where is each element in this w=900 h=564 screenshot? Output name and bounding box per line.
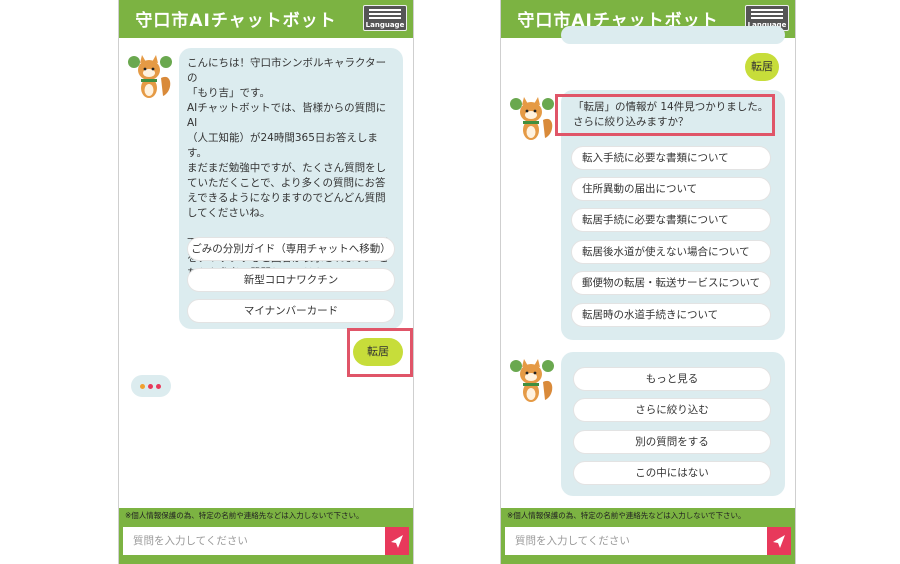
send-button[interactable]: [767, 527, 791, 555]
typing-dots-icon: [131, 375, 171, 397]
paper-plane-icon: [773, 535, 785, 548]
language-button[interactable]: Language: [363, 5, 407, 31]
user-message: 転居: [745, 53, 779, 81]
result-option[interactable]: 転居手続に必要な書類について: [571, 208, 771, 232]
input-footer: ※個人情報保護の為、特定の名前や連絡先などは入力しないで下さい。: [501, 508, 795, 564]
bot-message-previous: [561, 26, 785, 44]
chat-screen-right: 守口市AIチャットボット Language 転居 「転居」の情報が 14件見つか…: [500, 0, 796, 564]
app-title: 守口市AIチャットボット: [135, 11, 337, 31]
chat-screen-left: 守口市AIチャットボット Language こんにちは！守口市シンボルキャラクタ…: [118, 0, 414, 564]
result-option[interactable]: 住所異動の届出について: [571, 177, 771, 201]
refine-button[interactable]: さらに絞り込む: [573, 398, 771, 422]
ask-another-button[interactable]: 別の質問をする: [573, 430, 771, 454]
language-label: Language: [365, 21, 405, 29]
squirrel-mascot-icon: [510, 359, 554, 402]
result-option[interactable]: 転入手続に必要な書類について: [571, 146, 771, 170]
hamburger-menu-icon: [751, 9, 783, 21]
more-button[interactable]: もっと見る: [573, 367, 771, 391]
app-header: 守口市AIチャットボット Language: [119, 0, 413, 38]
bot-message-actions: もっと見る さらに絞り込む 別の質問をする この中にはない: [561, 352, 785, 496]
hamburger-menu-icon: [369, 9, 401, 21]
quick-option-vaccine[interactable]: 新型コロナワクチン: [187, 268, 395, 292]
result-option[interactable]: 転居後水道が使えない場合について: [571, 240, 771, 264]
squirrel-mascot-icon: [128, 55, 172, 98]
send-button[interactable]: [385, 527, 409, 555]
squirrel-mascot-icon: [510, 97, 554, 140]
paper-plane-icon: [391, 535, 403, 548]
none-of-these-button[interactable]: この中にはない: [573, 461, 771, 485]
privacy-notice: ※個人情報保護の為、特定の名前や連絡先などは入力しないで下さい。: [507, 511, 746, 520]
bot-message-greeting: こんにちは！守口市シンボルキャラクターの 「もり吉」です。 AIチャットボットで…: [179, 48, 403, 329]
quick-option-mynumber[interactable]: マイナンバーカード: [187, 299, 395, 323]
result-option[interactable]: 転居時の水道手続きについて: [571, 303, 771, 327]
user-message: 転居: [353, 338, 403, 366]
highlight-frame: [555, 94, 775, 136]
privacy-notice: ※個人情報保護の為、特定の名前や連絡先などは入力しないで下さい。: [125, 511, 364, 520]
result-option[interactable]: 郵便物の転居・転送サービスについて: [571, 271, 771, 295]
question-input[interactable]: [505, 527, 767, 555]
input-footer: ※個人情報保護の為、特定の名前や連絡先などは入力しないで下さい。: [119, 508, 413, 564]
quick-option-garbage[interactable]: ごみの分別ガイド（専用チャットへ移動）: [187, 237, 395, 261]
question-input[interactable]: [123, 527, 385, 555]
